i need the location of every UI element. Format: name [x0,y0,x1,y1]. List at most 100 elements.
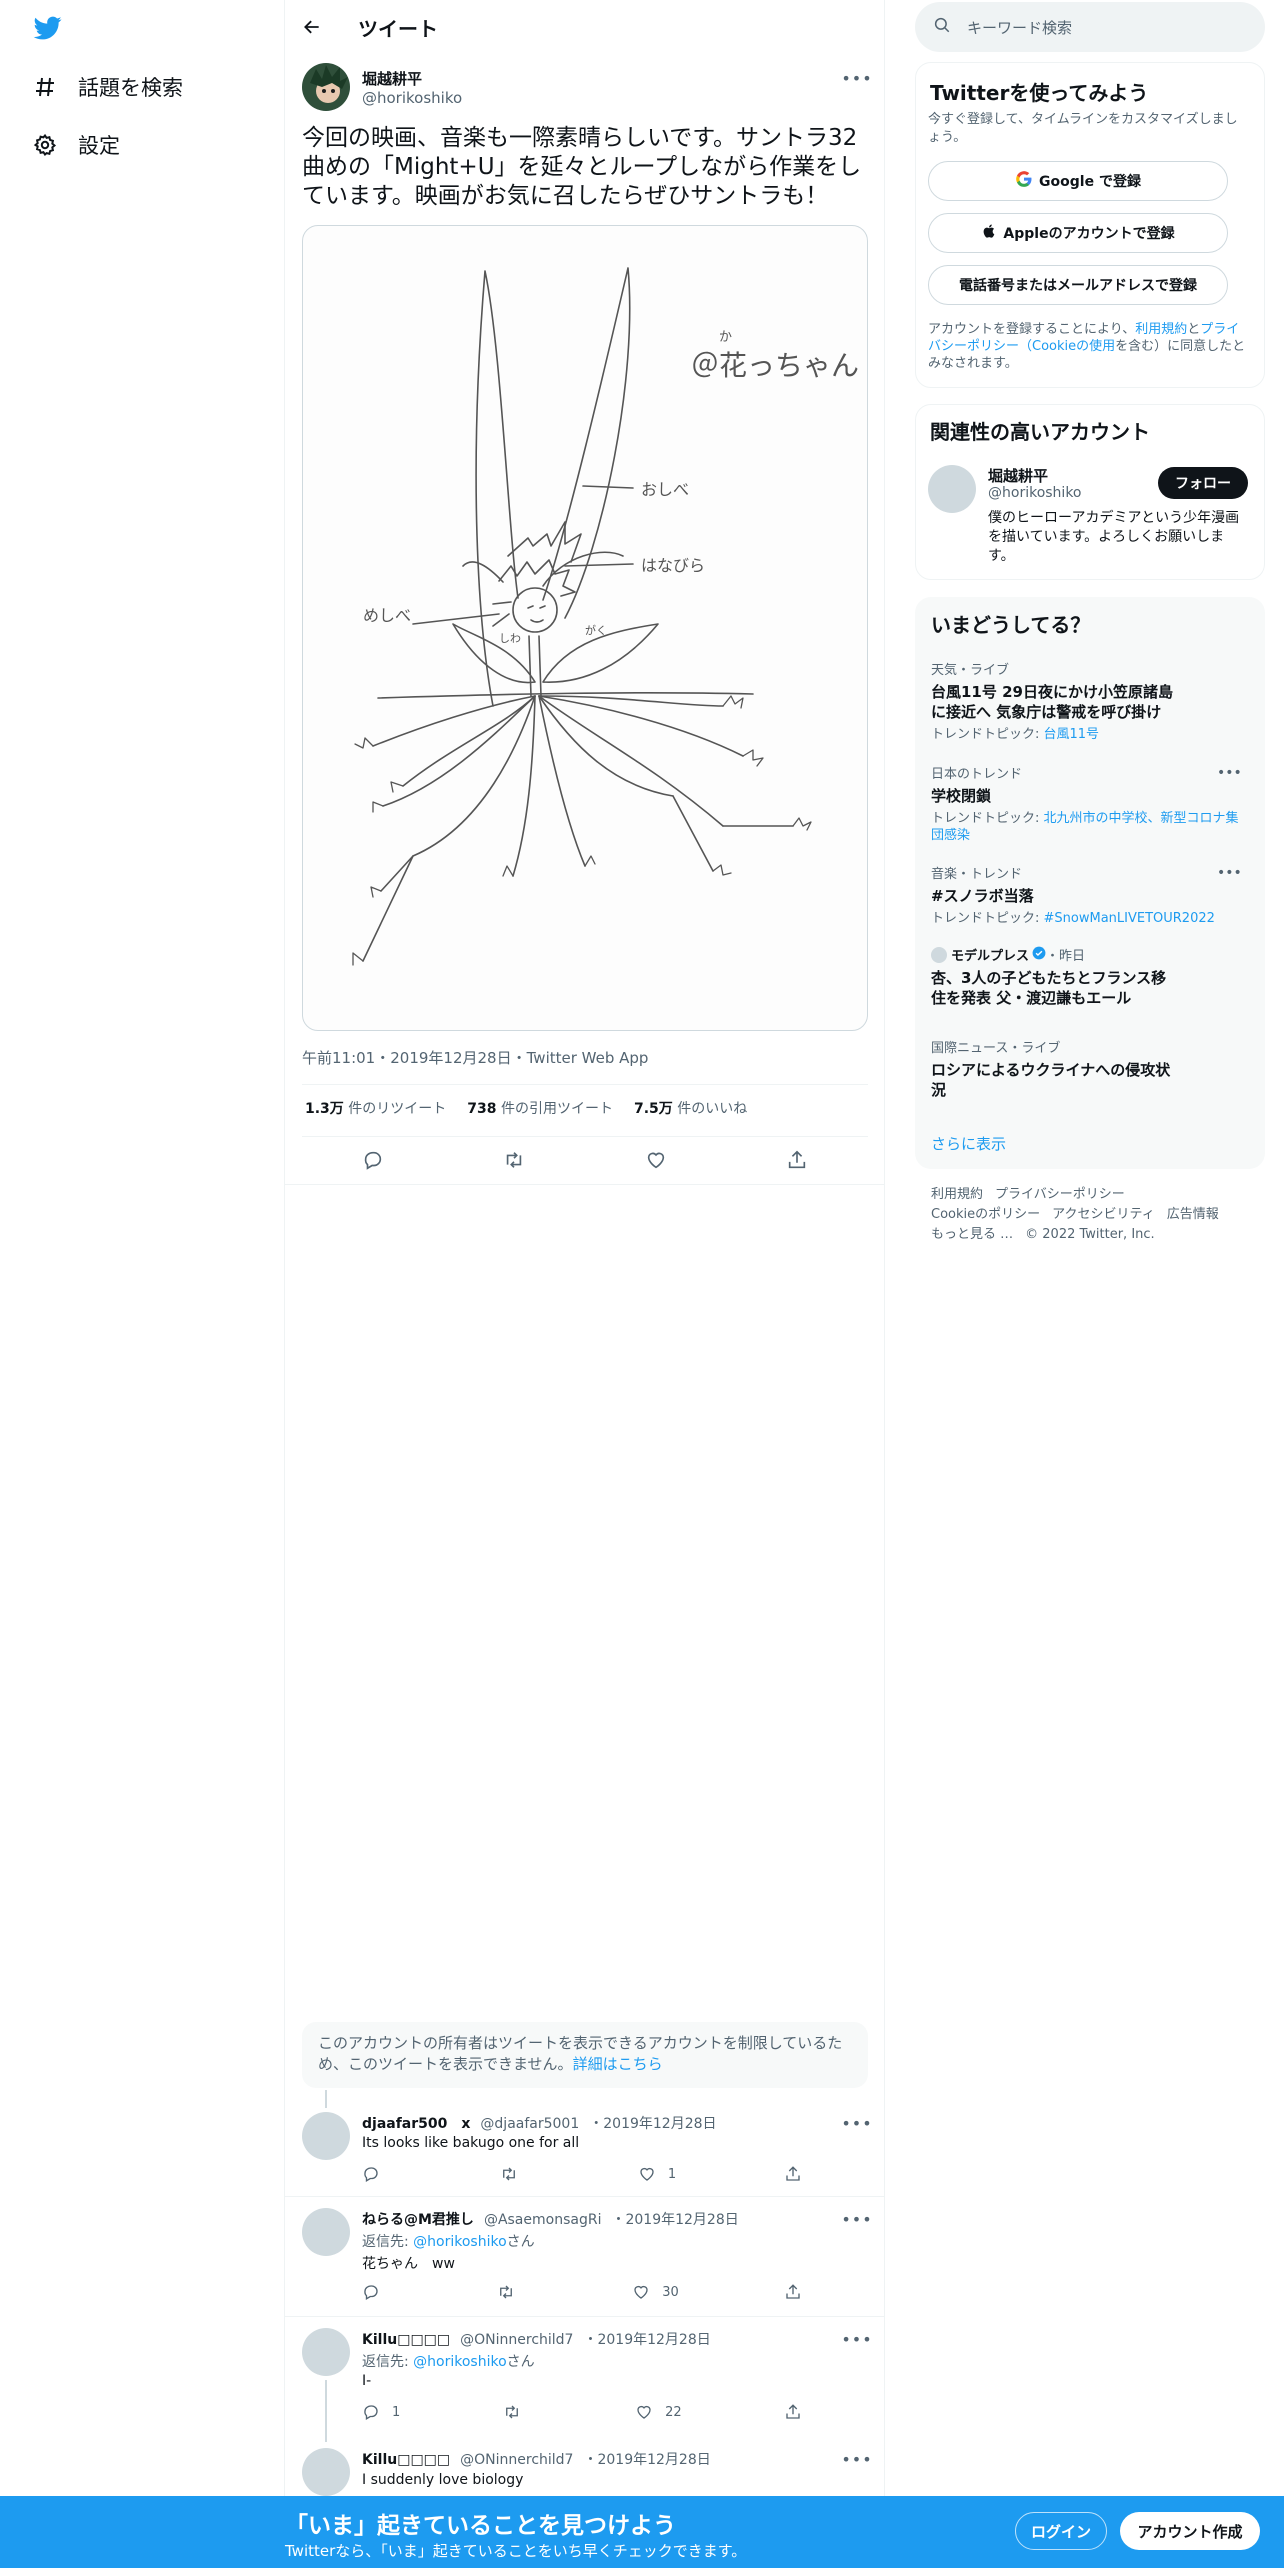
footer-link[interactable]: アクセシビリティ [1052,1205,1155,1225]
drawing-label-title: か ＠花っちゃん [691,330,859,384]
drawing-label-leaf-left: しわ [499,632,521,645]
reply-to-mention[interactable]: @horikoshiko [413,2234,507,2250]
more-options-icon[interactable]: ••• [841,68,871,88]
reply-to-mention[interactable]: @horikoshiko [413,2354,507,2370]
back-arrow-icon[interactable] [299,14,325,40]
share-icon[interactable] [784,2282,802,2302]
retweet-icon[interactable] [497,2282,527,2302]
like-icon[interactable]: 30 [632,2282,679,2302]
restricted-notice: このアカウントの所有者はツイートを表示できるアカウントを制限しているため、このツ… [302,2022,868,2088]
reply-avatar[interactable] [302,2448,350,2496]
nav-explore[interactable]: 話題を検索 [32,65,183,109]
more-options-icon[interactable]: ••• [1217,865,1242,881]
reply-like-count: 30 [662,2284,679,2300]
reply-icon[interactable] [362,1146,384,1174]
nav-settings-label: 設定 [78,134,120,158]
reply-author-name[interactable]: Killu□□□□ [362,2452,450,2468]
bottom-bar-title: 「いま」起きていることを見つけよう [285,2513,676,2539]
reply-date[interactable]: 2019年12月28日 [603,2116,716,2132]
reply-tweet[interactable]: ねらる@M君推し @AsaemonsagRi ・2019年12月28日 ••• 返信… [285,2196,885,2316]
retweet-count[interactable]: 1.3万 件のリツイート [305,1098,446,1118]
tweet-date[interactable]: 2019年12月28日 [390,1049,511,1067]
divider [302,1136,868,1137]
like-icon[interactable] [645,1146,667,1174]
drawing-label-petal: はなびら [641,556,706,575]
like-count[interactable]: 7.5万 件のいいね [634,1098,747,1118]
terms-link[interactable]: 利用規約 [1135,322,1187,337]
google-icon [1015,170,1039,192]
retweet-icon[interactable] [503,2402,533,2422]
twitter-logo-icon[interactable] [32,14,64,46]
phone-email-signup-button[interactable]: 電話番号またはメールアドレスで登録 [928,265,1228,305]
reply-author-name[interactable]: Killu□□□□ [362,2332,450,2348]
like-icon[interactable]: 1 [638,2164,676,2184]
reply-icon[interactable] [362,2164,392,2184]
more-options-icon[interactable]: ••• [1217,765,1242,781]
reply-avatar[interactable] [302,2112,350,2160]
left-nav: 話題を検索 設定 [0,0,285,2568]
search-input[interactable]: キーワード検索 [915,2,1265,52]
reply-icon[interactable] [362,2282,392,2302]
reply-actions: 1 22 [362,2402,802,2422]
quote-count[interactable]: 738 件の引用ツイート [467,1098,613,1118]
reply-text: I- [362,2373,372,2389]
trend-item[interactable]: 天気・ライブ 台風11号 29日夜にかけ小笠原諸島に接近へ 気象庁は警戒を呼び掛… [931,659,1251,743]
more-options-icon[interactable]: ••• [841,2209,871,2229]
share-icon[interactable] [784,2164,802,2184]
show-more-link[interactable]: さらに表示 [931,1133,1006,1154]
reply-author-handle[interactable]: @AsaemonsagRi [484,2212,602,2228]
author-handle[interactable]: @horikoshiko [362,89,462,107]
related-handle[interactable]: @horikoshiko [988,485,1082,501]
reply-tweet[interactable]: djaafar500 x @djaafar5001 ・2019年12月28日 •••… [285,2108,885,2196]
retweet-icon[interactable] [503,1146,525,1174]
drawing-label-ear: おしべ [641,480,690,499]
more-options-icon[interactable]: ••• [841,2449,871,2469]
trend-item[interactable]: 日本のトレンド 学校閉鎖 トレンドトピック: 北九州市の中学校、新型コロナ集団感… [931,763,1251,844]
reply-icon[interactable]: 1 [362,2402,400,2422]
reply-tweet[interactable]: Killu□□□□ @ONinnerchild7 ・2019年12月28日 ••• … [285,2436,885,2496]
share-icon[interactable] [784,2402,802,2422]
reply-date[interactable]: 2019年12月28日 [597,2452,710,2468]
google-signup-button[interactable]: Google で登録 [928,161,1228,201]
author-name[interactable]: 堀越耕平 [362,68,422,89]
tweet-image[interactable]: か ＠花っちゃん おしべ はなびら めしべ しわ がく [302,225,868,1031]
reply-to-line: 返信先: @horikoshikoさん [362,2354,535,2370]
author-avatar[interactable] [302,63,350,111]
signup-button[interactable]: アカウント作成 [1120,2512,1260,2550]
reply-tweet[interactable]: Killu□□□□ @ONinnerchild7 ・2019年12月28日 ••• … [285,2316,885,2442]
trend-item[interactable]: モデルプレス ・昨日 杏、3人の子どもたちとフランス移住を発表 父・渡辺謙もエー… [931,945,1251,1008]
notice-link[interactable]: 詳細はこちら [573,2055,663,2073]
reply-avatar[interactable] [302,2208,350,2256]
more-options-icon[interactable]: ••• [841,2329,871,2349]
tweet-source[interactable]: Twitter Web App [527,1049,649,1067]
share-icon[interactable] [786,1146,808,1174]
login-button[interactable]: ログイン [1015,2512,1107,2550]
reply-author-name[interactable]: djaafar500 x [362,2116,470,2132]
follow-button[interactable]: フォロー [1158,467,1248,499]
related-avatar[interactable] [928,465,976,513]
more-options-icon[interactable]: ••• [841,2113,871,2133]
tweet-time[interactable]: 午前11:01 [302,1049,375,1067]
reply-date[interactable]: 2019年12月28日 [625,2212,738,2228]
footer-link[interactable]: 利用規約 [931,1185,983,1205]
reply-author-handle[interactable]: @ONinnerchild7 [460,2332,573,2348]
reply-author-handle[interactable]: @ONinnerchild7 [460,2452,573,2468]
footer-link[interactable]: 広告情報 [1167,1205,1219,1225]
footer-link[interactable]: Cookieのポリシー [931,1205,1040,1225]
reply-avatar[interactable] [302,2328,350,2376]
footer-link[interactable]: プライバシーポリシー [995,1185,1125,1205]
retweet-icon[interactable] [500,2164,530,2184]
trends-panel: いまどうしてる？ 天気・ライブ 台風11号 29日夜にかけ小笠原諸島に接近へ 気… [915,597,1265,1169]
footer-link[interactable]: もっと見る … [931,1225,1013,1245]
reply-author-name[interactable]: ねらる@M君推し [362,2212,474,2228]
reply-date[interactable]: 2019年12月28日 [597,2332,710,2348]
reply-author-handle[interactable]: @djaafar5001 [480,2116,579,2132]
reply-text: Its looks like bakugo one for all [362,2135,580,2151]
apple-signup-button[interactable]: Appleのアカウントで登録 [928,213,1228,253]
related-name[interactable]: 堀越耕平 [988,465,1048,486]
trend-item[interactable]: 音楽・トレンド #スノラボ当落 トレンドトピック: #SnowManLIVETO… [931,863,1251,927]
like-icon[interactable]: 22 [635,2402,682,2422]
divider [302,1084,868,1085]
trend-item[interactable]: 国際ニュース・ライブ ロシアによるウクライナへの侵攻状況 [931,1037,1251,1100]
nav-settings[interactable]: 設定 [32,123,120,167]
